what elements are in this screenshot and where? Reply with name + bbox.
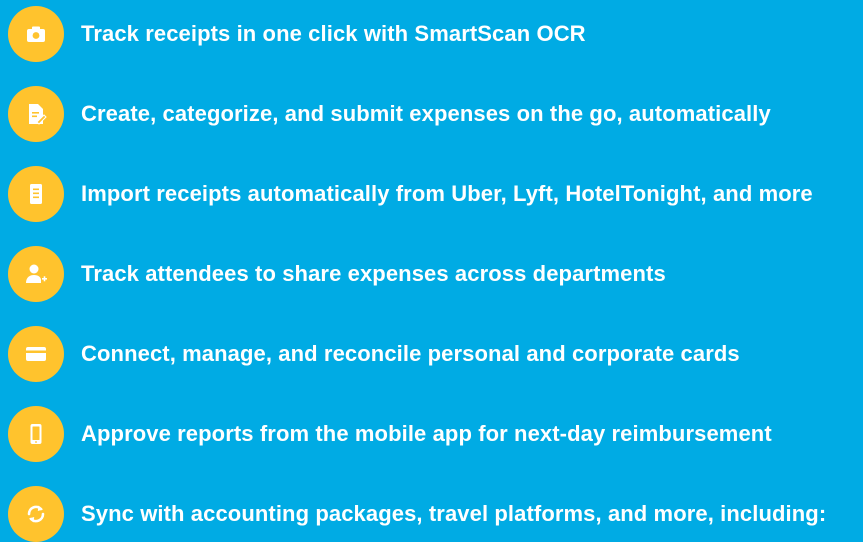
feature-item-import-receipts: Import receipts automatically from Uber,… [8, 166, 863, 222]
feature-item-smartscan: Track receipts in one click with SmartSc… [8, 6, 863, 62]
feature-text: Track attendees to share expenses across… [81, 261, 666, 286]
feature-text: Sync with accounting packages, travel pl… [81, 501, 827, 526]
credit-card-icon [8, 326, 64, 382]
feature-item-create-expenses: Create, categorize, and submit expenses … [8, 86, 863, 142]
feature-text: Track receipts in one click with SmartSc… [81, 21, 586, 46]
feature-item-cards: Connect, manage, and reconcile personal … [8, 326, 863, 382]
feature-item-track-attendees: Track attendees to share expenses across… [8, 246, 863, 302]
mobile-phone-icon [8, 406, 64, 462]
receipt-icon [8, 166, 64, 222]
feature-text: Create, categorize, and submit expenses … [81, 101, 771, 126]
feature-list: Track receipts in one click with SmartSc… [0, 0, 863, 542]
sync-icon [8, 486, 64, 542]
feature-item-approve-reports: Approve reports from the mobile app for … [8, 406, 863, 462]
add-user-icon [8, 246, 64, 302]
camera-icon [8, 6, 64, 62]
feature-item-sync: Sync with accounting packages, travel pl… [8, 486, 863, 542]
feature-text: Approve reports from the mobile app for … [81, 421, 772, 446]
edit-document-icon [8, 86, 64, 142]
feature-text: Import receipts automatically from Uber,… [81, 181, 813, 206]
feature-text: Connect, manage, and reconcile personal … [81, 341, 740, 366]
